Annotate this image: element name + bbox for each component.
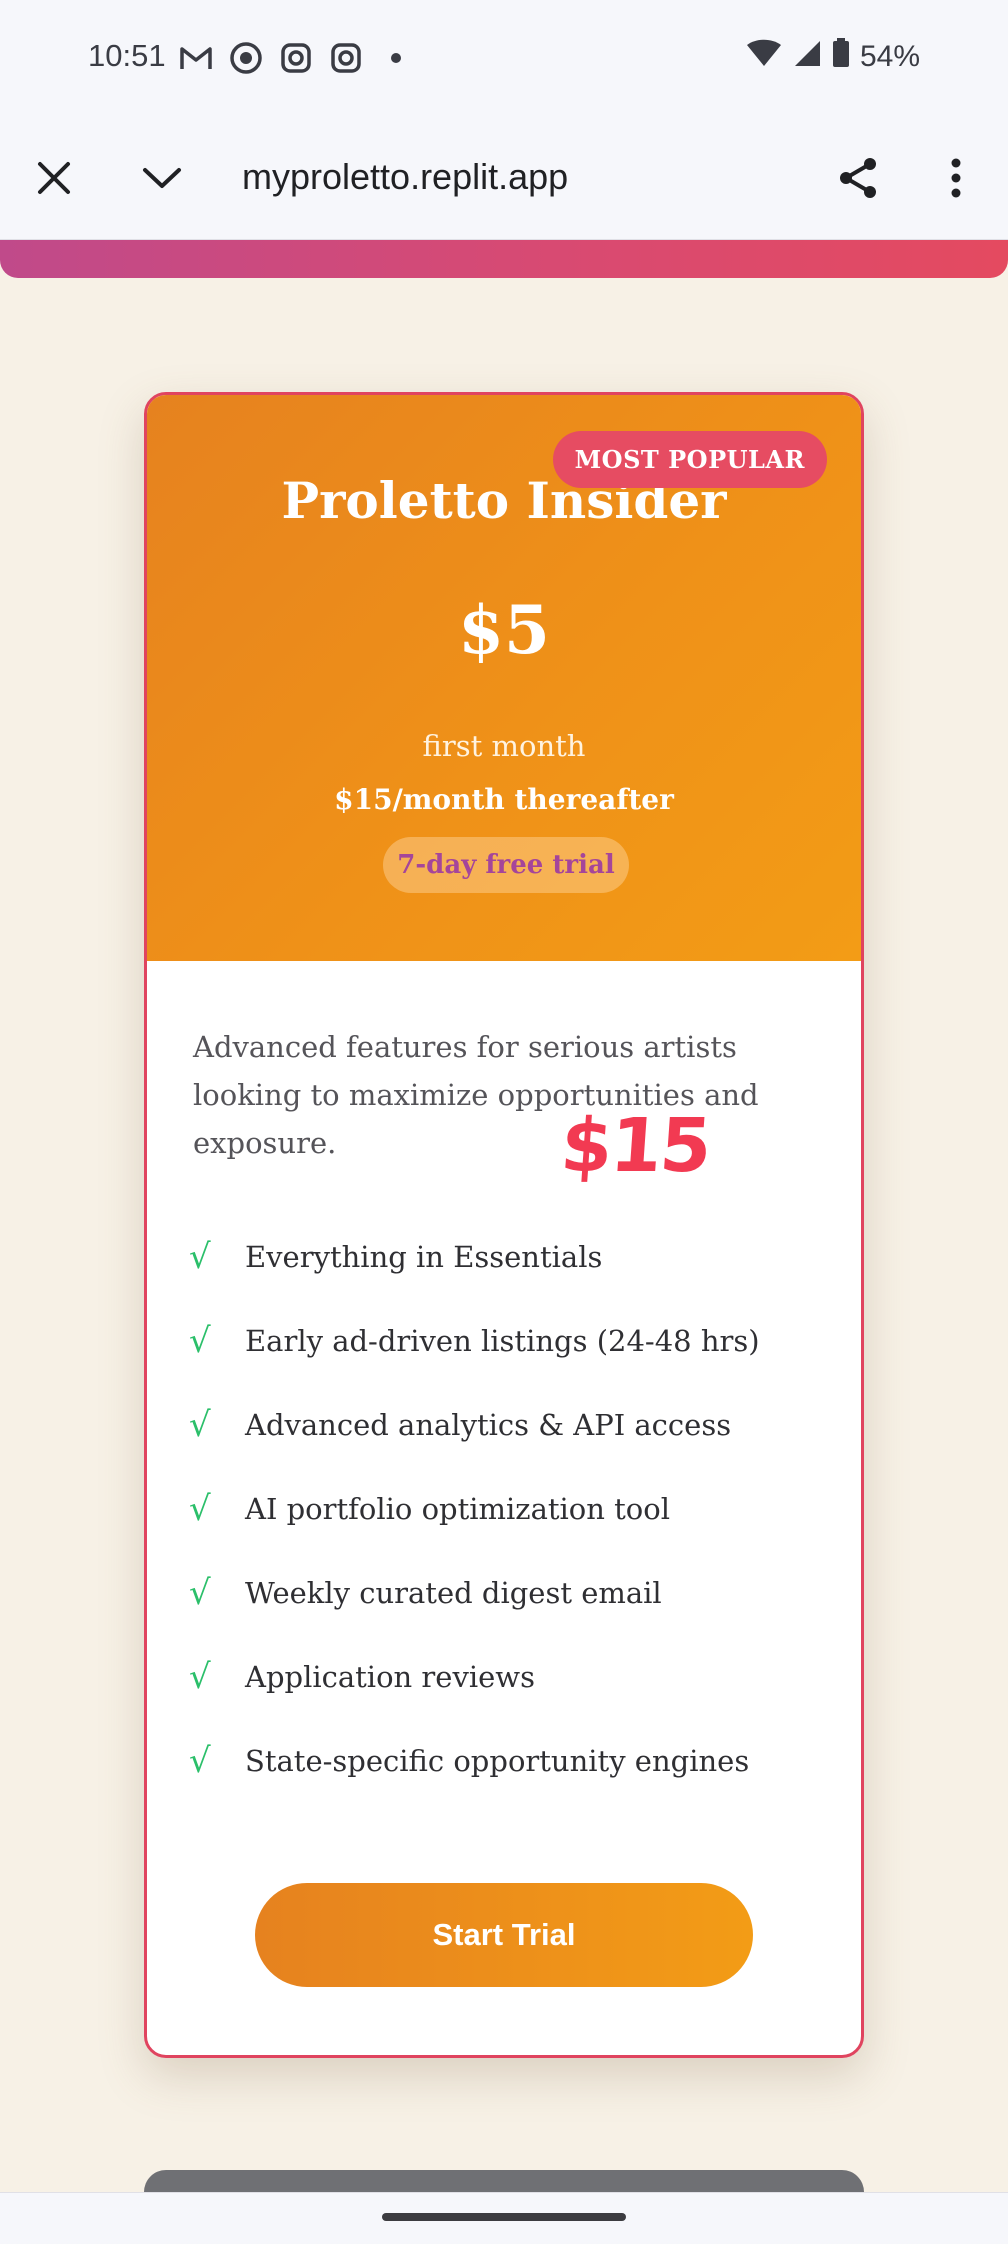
gesture-handle[interactable] xyxy=(382,2213,626,2221)
feature-text: Advanced analytics & API access xyxy=(245,1408,732,1442)
feature-text: Everything in Essentials xyxy=(245,1240,603,1274)
status-right: 54% xyxy=(746,38,920,76)
feature-item: √ Weekly curated digest email xyxy=(189,1551,829,1635)
feature-item: √ Advanced analytics & API access xyxy=(189,1383,829,1467)
trial-badge: 7-day free trial xyxy=(383,837,629,893)
check-icon: √ xyxy=(189,1573,211,1613)
feature-text: State-specific opportunity engines xyxy=(245,1744,750,1778)
most-popular-badge: MOST POPULAR xyxy=(552,431,827,488)
status-time: 10:51 xyxy=(88,38,166,73)
signal-icon xyxy=(792,39,822,75)
handwritten-price-annotation: $15 xyxy=(557,1103,713,1189)
check-icon: √ xyxy=(189,1321,211,1361)
feature-item: √ AI portfolio optimization tool xyxy=(189,1467,829,1551)
wifi-icon xyxy=(746,39,782,75)
battery-icon xyxy=(832,38,850,76)
price-period: first month xyxy=(422,729,586,763)
feature-item: √ Application reviews xyxy=(189,1635,829,1719)
check-icon: √ xyxy=(189,1489,211,1529)
feature-text: Weekly curated digest email xyxy=(245,1576,662,1610)
check-icon: √ xyxy=(189,1657,211,1697)
chevron-down-icon xyxy=(143,168,181,188)
battery-percent: 54% xyxy=(859,40,920,73)
share-icon xyxy=(840,158,876,198)
close-button[interactable] xyxy=(26,150,82,206)
close-icon xyxy=(38,162,70,194)
url-text[interactable]: myproletto.replit.app xyxy=(242,156,568,198)
pricing-card: MOST POPULAR Proletto Insider $5 first m… xyxy=(144,392,864,2058)
feature-text: AI portfolio optimization tool xyxy=(245,1492,671,1526)
browser-toolbar: myproletto.replit.app xyxy=(0,116,1008,240)
instagram-icon xyxy=(328,40,364,76)
more-vert-icon xyxy=(951,158,961,198)
page: 10:51 54% myproletto.replit.app MOST POP… xyxy=(0,0,1008,2244)
card-header: MOST POPULAR Proletto Insider $5 first m… xyxy=(147,395,861,961)
feature-item: √ Everything in Essentials xyxy=(189,1215,829,1299)
dot-icon xyxy=(378,40,414,76)
feature-item: √ State-specific opportunity engines xyxy=(189,1719,829,1803)
minimize-button[interactable] xyxy=(134,150,190,206)
system-nav-bar xyxy=(0,2192,1008,2244)
check-icon: √ xyxy=(189,1405,211,1445)
plan-description: Advanced features for serious artists lo… xyxy=(193,1030,759,1160)
feature-item: √ Early ad-driven listings (24-48 hrs) xyxy=(189,1299,829,1383)
plan-price: $5 xyxy=(458,591,550,669)
instagram-icon xyxy=(278,40,314,76)
share-button[interactable] xyxy=(830,150,886,206)
feature-text: Application reviews xyxy=(245,1660,535,1694)
gmail-icon xyxy=(178,40,214,76)
status-bar: 10:51 54% xyxy=(0,0,1008,116)
feature-list: √ Everything in Essentials √ Early ad-driv… xyxy=(189,1215,829,1803)
check-icon: √ xyxy=(189,1741,211,1781)
previous-card-bottom xyxy=(0,240,1008,278)
chat-icon xyxy=(228,40,264,76)
feature-text: Early ad-driven listings (24-48 hrs) xyxy=(245,1324,760,1358)
price-thereafter: $15/month thereafter xyxy=(334,783,674,816)
menu-button[interactable] xyxy=(928,150,984,206)
start-trial-button[interactable]: Start Trial xyxy=(255,1883,753,1987)
check-icon: √ xyxy=(189,1237,211,1277)
notification-icons xyxy=(178,40,414,76)
